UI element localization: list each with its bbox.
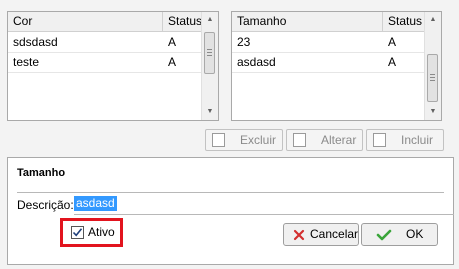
table-row[interactable]: teste A bbox=[8, 53, 202, 73]
incluir-button[interactable]: Incluir bbox=[366, 129, 444, 151]
cancelar-label: Cancelar bbox=[310, 227, 359, 241]
col-header-tamanho[interactable]: Tamanho bbox=[232, 12, 383, 31]
table-row[interactable]: asdasd A bbox=[232, 53, 425, 73]
table-row[interactable]: sdsdasd A bbox=[8, 33, 202, 53]
cell-tamanho: 23 bbox=[237, 35, 251, 49]
tamanho-grid-scrollbar[interactable]: ▲ ▼ bbox=[424, 12, 441, 120]
ativo-highlight: Ativo bbox=[60, 218, 123, 247]
cell-status: A bbox=[168, 35, 177, 49]
tamanho-form-panel: Tamanho Descrição: asdasd bbox=[7, 157, 454, 265]
col-header-cor[interactable]: Cor bbox=[8, 12, 163, 31]
ativo-checkbox[interactable] bbox=[71, 226, 84, 239]
checkmark-icon bbox=[376, 229, 392, 241]
descricao-value: asdasd bbox=[74, 196, 117, 211]
incluir-label: Incluir bbox=[401, 133, 434, 147]
cell-tamanho: asdasd bbox=[237, 55, 276, 69]
scroll-up-icon[interactable]: ▲ bbox=[425, 12, 441, 28]
tamanho-grid-header: Tamanho Status bbox=[232, 12, 425, 32]
excluir-label: Excluir bbox=[240, 133, 277, 147]
cor-grid-scrollbar[interactable]: ▲ ▼ bbox=[201, 12, 218, 120]
title-divider bbox=[17, 192, 444, 193]
trash-icon bbox=[212, 133, 225, 147]
scroll-down-icon[interactable]: ▼ bbox=[425, 104, 441, 120]
scroll-thumb[interactable] bbox=[427, 54, 438, 102]
scroll-down-icon[interactable]: ▼ bbox=[202, 104, 218, 120]
cell-cor: teste bbox=[13, 55, 40, 69]
cor-grid[interactable]: Cor Status sdsdasd A teste A ▲ ▼ bbox=[7, 11, 219, 121]
ok-button[interactable]: OK bbox=[361, 223, 438, 246]
form-title: Tamanho bbox=[17, 167, 66, 179]
cancelar-button[interactable]: Cancelar bbox=[283, 223, 359, 246]
cell-status: A bbox=[388, 55, 397, 69]
table-row[interactable]: 23 A bbox=[232, 33, 425, 53]
ok-label: OK bbox=[406, 227, 424, 241]
col-header-status[interactable]: Status bbox=[163, 12, 202, 31]
descricao-input[interactable]: asdasd bbox=[74, 195, 454, 215]
descricao-label: Descrição: bbox=[17, 198, 74, 212]
alterar-label: Alterar bbox=[321, 133, 357, 147]
ativo-label[interactable]: Ativo bbox=[88, 225, 115, 240]
cell-status: A bbox=[168, 55, 177, 69]
excluir-button[interactable]: Excluir bbox=[205, 129, 283, 151]
edit-document-icon bbox=[293, 133, 306, 147]
check-icon bbox=[72, 228, 83, 237]
col-header-status[interactable]: Status bbox=[383, 12, 425, 31]
add-document-icon bbox=[373, 133, 386, 147]
close-icon bbox=[293, 229, 305, 241]
cell-cor: sdsdasd bbox=[13, 35, 58, 49]
scroll-up-icon[interactable]: ▲ bbox=[202, 12, 218, 28]
tamanho-grid[interactable]: Tamanho Status 23 A asdasd A ▲ ▼ bbox=[231, 11, 442, 121]
alterar-button[interactable]: Alterar bbox=[286, 129, 363, 151]
cor-grid-header: Cor Status bbox=[8, 12, 202, 32]
scroll-thumb[interactable] bbox=[204, 32, 215, 74]
cell-status: A bbox=[388, 35, 397, 49]
